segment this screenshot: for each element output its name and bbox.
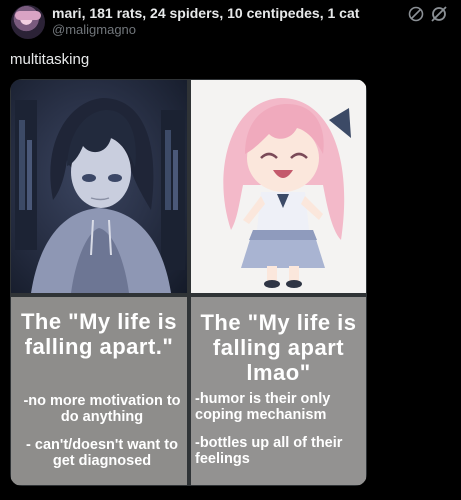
left-caption-note-1: -no more motivation to do anything	[23, 393, 181, 425]
post-media[interactable]: The "My life is falling apart." -no more…	[10, 79, 367, 486]
right-caption-panel: The "My life is falling apart lmao" -hum…	[191, 297, 366, 485]
left-caption-title: The "My life is falling apart."	[20, 309, 178, 359]
user-handle[interactable]: @maligmagno	[52, 22, 136, 37]
avatar-hair-band	[15, 11, 41, 20]
sad-character-illustration	[15, 98, 185, 293]
display-name[interactable]: mari, 181 rats, 24 spiders, 10 centipede…	[52, 5, 359, 21]
right-caption-note-1: -humor is their only coping mechanism	[195, 391, 331, 423]
avatar[interactable]	[11, 5, 45, 39]
happy-chibi-image	[191, 80, 366, 293]
left-caption-note-2: - can't/doesn't want to get diagnosed	[26, 437, 178, 469]
right-caption-note-2: -bottles up all of their feelings	[195, 435, 343, 467]
post-text: multitasking	[10, 51, 90, 68]
happy-chibi-illustration	[223, 98, 351, 288]
left-caption-panel: The "My life is falling apart." -no more…	[11, 297, 187, 485]
grok-icon[interactable]	[430, 5, 448, 23]
sad-character-image	[11, 80, 187, 293]
translate-off-icon[interactable]	[407, 5, 425, 23]
right-caption-title: The "My life is falling apart lmao"	[200, 310, 357, 385]
